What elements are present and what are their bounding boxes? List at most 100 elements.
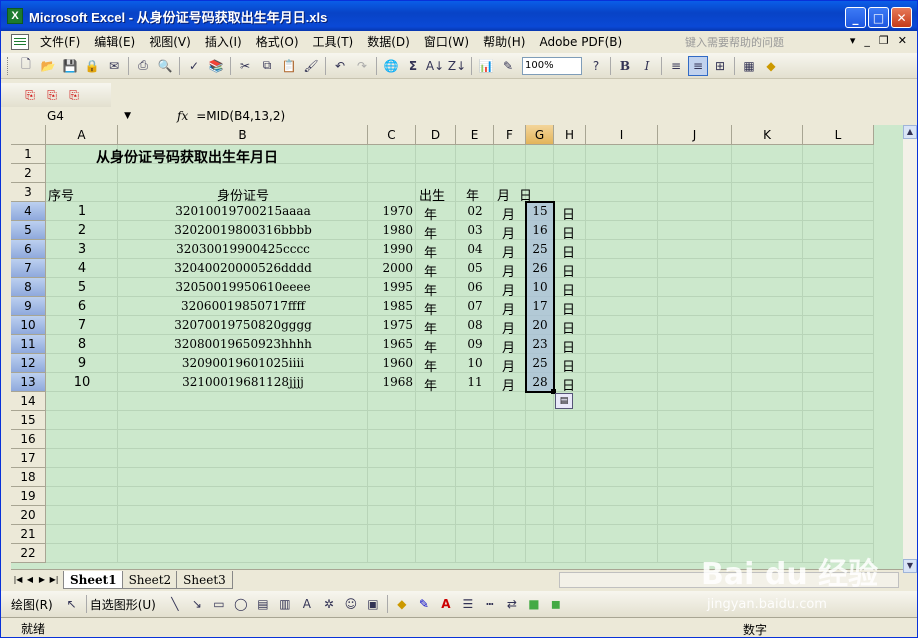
borders-icon[interactable]: ▦ xyxy=(739,56,759,76)
arrow-style-icon[interactable]: ⇄ xyxy=(502,594,522,614)
chart-wizard-icon[interactable]: 📊 xyxy=(476,56,496,76)
cell-id[interactable]: 32060019850717ffff xyxy=(118,299,368,313)
line-color-icon[interactable]: ✎ xyxy=(414,594,434,614)
cell-id[interactable]: 32080019650923hhhh xyxy=(118,337,368,351)
merge-center-icon[interactable]: ⊞ xyxy=(710,56,730,76)
tab-sheet3[interactable]: Sheet3 xyxy=(176,570,233,589)
row-header-4[interactable]: 4 xyxy=(11,202,46,221)
dash-style-icon[interactable]: ┅ xyxy=(480,594,500,614)
cell-id[interactable]: 32010019700215aaaa xyxy=(118,204,368,218)
menu-view[interactable]: 视图(V) xyxy=(142,32,198,52)
font-color-icon[interactable]: A xyxy=(436,594,456,614)
header-seq[interactable]: 序号 xyxy=(48,185,74,204)
cell-year[interactable]: 2000 xyxy=(368,261,413,275)
cell-year[interactable]: 1970 xyxy=(368,204,413,218)
align-center-icon[interactable]: ≡ xyxy=(688,55,708,76)
row-header-9[interactable]: 9 xyxy=(11,297,46,316)
excel-app-icon[interactable]: X xyxy=(7,8,23,24)
cell-year-unit[interactable]: 年 xyxy=(424,299,437,318)
column-header-i[interactable]: I xyxy=(586,125,658,145)
workbook-icon[interactable] xyxy=(11,34,29,50)
row-header-22[interactable]: 22 xyxy=(11,544,46,563)
row-header-18[interactable]: 18 xyxy=(11,468,46,487)
diagram-icon[interactable]: ✲ xyxy=(319,594,339,614)
doc-close-icon[interactable]: ✕ xyxy=(898,34,907,47)
help-icon[interactable]: ? xyxy=(586,56,606,76)
cell-year[interactable]: 1990 xyxy=(368,242,413,256)
row-header-14[interactable]: 14 xyxy=(11,392,46,411)
cell-month[interactable]: 08 xyxy=(456,318,494,332)
cell-id[interactable]: 32030019900425cccc xyxy=(118,242,368,256)
undo-icon[interactable]: ↶ xyxy=(330,56,350,76)
cell-seq[interactable]: 10 xyxy=(46,375,118,390)
open-icon[interactable]: 📂 xyxy=(38,56,58,76)
cell-year-unit[interactable]: 年 xyxy=(424,280,437,299)
cell-day-unit[interactable]: 日 xyxy=(562,356,575,375)
cell-month[interactable]: 03 xyxy=(456,223,494,237)
new-icon[interactable]: 🗋 xyxy=(16,56,36,76)
cell-year-unit[interactable]: 年 xyxy=(424,375,437,394)
cell-seq[interactable]: 2 xyxy=(46,223,118,238)
draw-menu[interactable]: 绘图(R) xyxy=(11,596,53,613)
sort-ascending-icon[interactable]: A↓ xyxy=(425,56,445,76)
menu-window[interactable]: 窗口(W) xyxy=(417,32,476,52)
row-header-6[interactable]: 6 xyxy=(11,240,46,259)
hyperlink-icon[interactable]: 🌐 xyxy=(381,56,401,76)
column-header-e[interactable]: E xyxy=(456,125,494,145)
cell-year-unit[interactable]: 年 xyxy=(424,204,437,223)
cell-year-unit[interactable]: 年 xyxy=(424,223,437,242)
toolbar-grip[interactable] xyxy=(7,56,11,75)
worksheet-grid[interactable]: A B C D E F G H I J K L 1 2 3 4 5 6 7 8 9 10 11 12 13 14 15 16 17 18 1… xyxy=(11,125,903,569)
row-header-10[interactable]: 10 xyxy=(11,316,46,335)
cell-month[interactable]: 06 xyxy=(456,280,494,294)
permission-icon[interactable]: 🔒 xyxy=(82,56,102,76)
sort-descending-icon[interactable]: Z↓ xyxy=(447,56,467,76)
row-header-13[interactable]: 13 xyxy=(11,373,46,392)
autofill-options-icon[interactable]: ▤ xyxy=(555,393,573,409)
header-born[interactable]: 出生 xyxy=(419,185,445,204)
row-header-21[interactable]: 21 xyxy=(11,525,46,544)
cell-day-unit[interactable]: 日 xyxy=(562,261,575,280)
clipart-icon[interactable]: ☺ xyxy=(341,594,361,614)
cell-month[interactable]: 11 xyxy=(456,375,494,389)
research-icon[interactable]: 📚 xyxy=(206,56,226,76)
cell-month[interactable]: 07 xyxy=(456,299,494,313)
cell-month-unit[interactable]: 月 xyxy=(502,223,515,242)
cell-day-unit[interactable]: 日 xyxy=(562,337,575,356)
menu-insert[interactable]: 插入(I) xyxy=(198,32,249,52)
save-icon[interactable]: 💾 xyxy=(60,56,80,76)
cell-month-unit[interactable]: 月 xyxy=(502,204,515,223)
row-header-12[interactable]: 12 xyxy=(11,354,46,373)
rectangle-icon[interactable]: ▭ xyxy=(209,594,229,614)
format-painter-icon[interactable]: 🖌 xyxy=(301,56,321,76)
spelling-icon[interactable]: ✓ xyxy=(184,56,204,76)
cell-year[interactable]: 1968 xyxy=(368,375,413,389)
column-header-k[interactable]: K xyxy=(732,125,803,145)
cell-seq[interactable]: 1 xyxy=(46,204,118,219)
cell-month[interactable]: 09 xyxy=(456,337,494,351)
cell-seq[interactable]: 8 xyxy=(46,337,118,352)
cell-day-unit[interactable]: 日 xyxy=(562,375,575,394)
cell-id[interactable]: 32090019601025iiii xyxy=(118,356,368,370)
cell-seq[interactable]: 5 xyxy=(46,280,118,295)
row-header-15[interactable]: 15 xyxy=(11,411,46,430)
column-header-f[interactable]: F xyxy=(494,125,526,145)
pdf-review-icon[interactable]: ⎘ xyxy=(64,85,84,105)
cell-day-unit[interactable]: 日 xyxy=(562,242,575,261)
vertical-textbox-icon[interactable]: ▥ xyxy=(275,594,295,614)
cell-month[interactable]: 10 xyxy=(456,356,494,370)
cell-day-unit[interactable]: 日 xyxy=(562,223,575,242)
select-pointer-icon[interactable]: ↖ xyxy=(62,594,82,614)
row-header-5[interactable]: 5 xyxy=(11,221,46,240)
column-header-c[interactable]: C xyxy=(368,125,416,145)
cell-year-unit[interactable]: 年 xyxy=(424,261,437,280)
cell-day-unit[interactable]: 日 xyxy=(562,318,575,337)
paste-icon[interactable]: 📋 xyxy=(279,56,299,76)
scroll-up-icon[interactable]: ▲ xyxy=(903,125,917,139)
header-month[interactable]: 月 xyxy=(497,185,510,204)
arrow-icon[interactable]: ↘ xyxy=(187,594,207,614)
menu-data[interactable]: 数据(D) xyxy=(360,32,417,52)
cell-seq[interactable]: 6 xyxy=(46,299,118,314)
column-header-d[interactable]: D xyxy=(416,125,456,145)
fill-color-icon[interactable]: ◆ xyxy=(761,56,781,76)
